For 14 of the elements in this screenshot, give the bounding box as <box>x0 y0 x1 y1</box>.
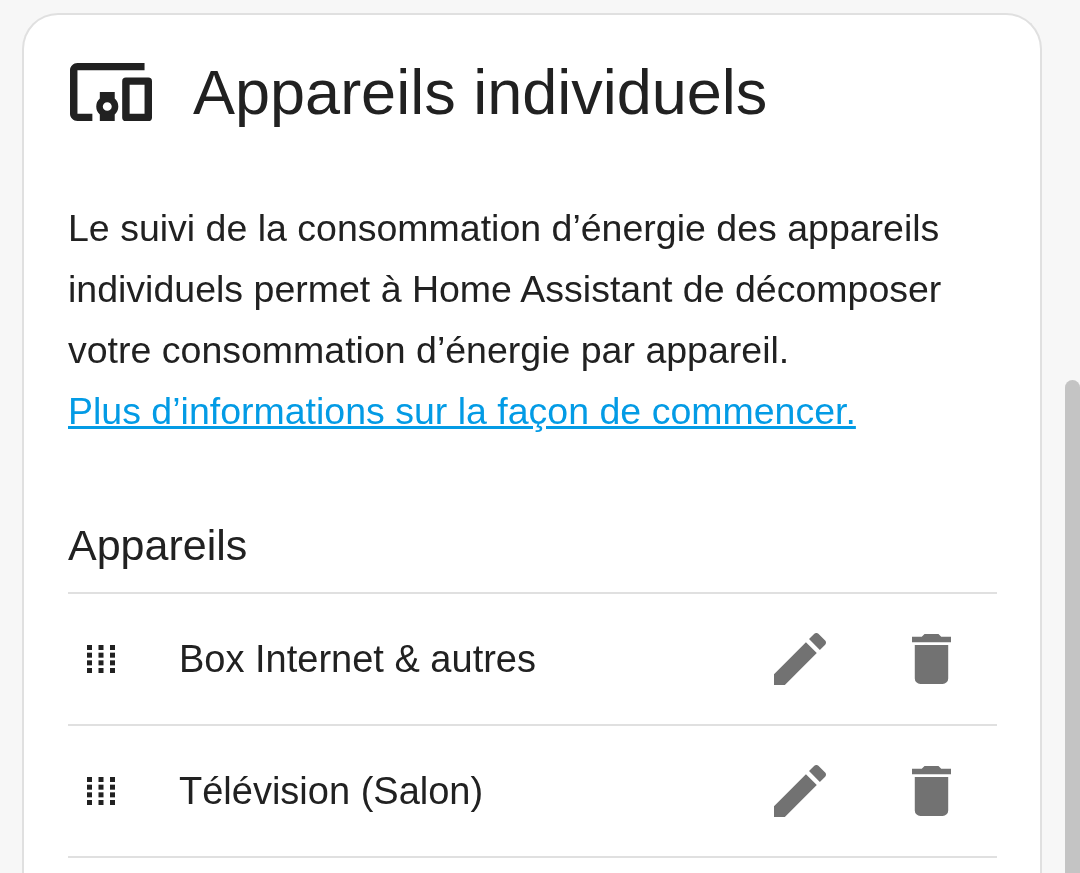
trash-icon <box>911 766 951 816</box>
section-title: Appareils <box>68 520 249 571</box>
devices-icon <box>70 62 152 121</box>
learn-more-link[interactable]: Plus d’informations sur la façon de commencer. <box>68 390 856 432</box>
trash-icon <box>911 634 951 684</box>
description-text: Le suivi de la consommation d’énergie des appareils individuels permet à Home Assistant de décomposer votre consommation d’énergie par appareil. Plus d’informations sur la façon de commencer. <box>68 206 943 434</box>
drag-handle-icon[interactable] <box>87 645 115 673</box>
pencil-icon <box>774 765 826 817</box>
scrollbar-thumb[interactable] <box>1065 380 1080 873</box>
drag-handle-icon[interactable] <box>87 777 115 805</box>
device-name: Box Internet & autres <box>179 636 536 682</box>
card-title: Appareils individuels <box>193 55 768 128</box>
pencil-icon <box>774 633 826 685</box>
device-name: Télévision (Salon) <box>179 768 484 814</box>
